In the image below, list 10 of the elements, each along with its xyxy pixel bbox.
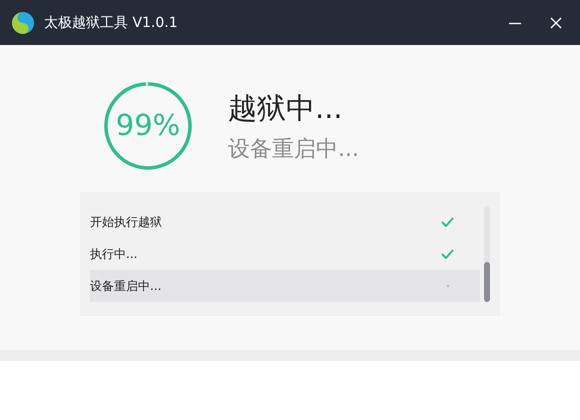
scrollbar[interactable] — [484, 206, 490, 302]
progress-percent: 99% — [114, 108, 182, 142]
window-title: 太极越狱工具 V1.0.1 — [44, 14, 178, 32]
status-subtitle: 设备重启中... — [228, 136, 359, 164]
step-label: 开始执行越狱 — [90, 214, 163, 230]
step-label: 设备重启中... — [90, 278, 162, 294]
close-icon — [550, 16, 562, 28]
taiji-logo-icon — [11, 10, 35, 34]
status-title: 越狱中... — [228, 90, 344, 127]
step-label: 执行中... — [90, 246, 138, 262]
